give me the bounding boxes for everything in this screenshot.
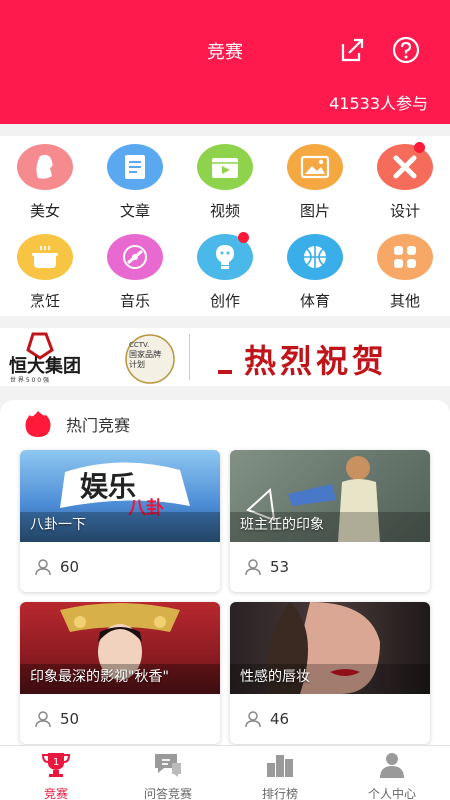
competition-card[interactable]: 印象最深的影视"秋香" 50 bbox=[20, 602, 220, 744]
category-sports[interactable]: 体育 bbox=[270, 226, 360, 316]
category-video[interactable]: 视频 bbox=[180, 136, 270, 226]
category-grid: 美女 文章 视频 图片 设计 烹饪 音乐 创作 体育 其他 bbox=[0, 136, 450, 316]
card-meta: 50 bbox=[34, 710, 79, 728]
section-title: 热门竞赛 bbox=[66, 416, 131, 435]
category-other[interactable]: 其他 bbox=[360, 226, 450, 316]
card-thumbnail: 娱乐 八卦 八卦一下 bbox=[20, 450, 220, 542]
tab-competition[interactable]: 1 竞赛 bbox=[0, 746, 112, 800]
card-caption: 性感的唇妆 bbox=[240, 669, 310, 685]
participant-count: 50 bbox=[60, 710, 80, 728]
card-thumbnail: 班主任的印象 bbox=[230, 450, 430, 542]
category-beauty[interactable]: 美女 bbox=[0, 136, 90, 226]
beauty-icon bbox=[17, 144, 73, 190]
tab-leaderboard[interactable]: 排行榜 bbox=[224, 746, 336, 800]
sports-icon bbox=[287, 234, 343, 280]
user-icon bbox=[245, 559, 261, 576]
category-cooking[interactable]: 烹饪 bbox=[0, 226, 90, 316]
category-label: 设计 bbox=[389, 202, 420, 220]
tab-quiz[interactable]: 问答竞赛 bbox=[112, 746, 224, 800]
tab-label: 竞赛 bbox=[43, 787, 68, 800]
category-label: 视频 bbox=[209, 202, 240, 220]
card-meta: 46 bbox=[244, 710, 289, 728]
tab-label: 个人中心 bbox=[367, 787, 416, 800]
category-label: 图片 bbox=[299, 202, 330, 220]
creation-icon bbox=[197, 232, 253, 280]
other-icon bbox=[377, 234, 433, 280]
banner-brand-sub: 世 界 5 0 0 强 bbox=[10, 376, 49, 384]
svg-text:1: 1 bbox=[53, 757, 59, 768]
category-label: 烹饪 bbox=[29, 292, 60, 310]
cooking-icon bbox=[17, 234, 73, 280]
leaderboard-icon bbox=[267, 755, 293, 777]
card-thumbnail: 性感的唇妆 bbox=[230, 602, 430, 694]
tab-label: 问答竞赛 bbox=[143, 787, 192, 800]
evergrande-logo bbox=[26, 332, 54, 360]
category-creation[interactable]: 创作 bbox=[180, 226, 270, 316]
category-label: 音乐 bbox=[119, 292, 150, 310]
card-meta: 60 bbox=[34, 558, 79, 576]
trophy-icon: 1 bbox=[41, 753, 71, 777]
banner-brand: 恒大集团 bbox=[9, 355, 81, 377]
competition-card[interactable]: 娱乐 八卦 八卦一下 60 bbox=[20, 450, 220, 592]
tab-profile[interactable]: 个人中心 bbox=[336, 746, 448, 800]
user-icon bbox=[35, 559, 51, 576]
card-thumbnail: 印象最深的影视"秋香" bbox=[20, 602, 220, 694]
category-label: 美女 bbox=[29, 202, 60, 220]
promo-banner[interactable]: 恒大集团 世 界 5 0 0 强 CCTV. 国家品牌 计划 热烈祝贺 bbox=[0, 328, 450, 386]
banner-slogan: 热烈祝贺 bbox=[244, 342, 388, 380]
category-label: 文章 bbox=[119, 202, 150, 220]
competition-card[interactable]: 性感的唇妆 46 bbox=[230, 602, 430, 744]
page-title: 竞赛 bbox=[207, 42, 243, 63]
music-icon bbox=[107, 234, 163, 280]
flame-icon bbox=[25, 411, 51, 437]
category-label: 体育 bbox=[299, 292, 330, 310]
competition-card[interactable]: 班主任的印象 53 bbox=[230, 450, 430, 592]
header: 竞赛 41533人参与 bbox=[0, 0, 450, 124]
card-caption: 印象最深的影视"秋香" bbox=[30, 669, 169, 685]
participant-count: 53 bbox=[270, 558, 290, 576]
tab-label: 排行榜 bbox=[261, 787, 298, 800]
video-icon bbox=[197, 144, 253, 190]
chat-answer-icon bbox=[155, 754, 181, 777]
section-header: 热门竞赛 bbox=[22, 408, 130, 440]
card-meta: 53 bbox=[244, 558, 289, 576]
category-design[interactable]: 设计 bbox=[360, 136, 450, 226]
picture-icon bbox=[287, 144, 343, 190]
bottom-tab-bar: 1 竞赛 问答竞赛 排行榜 个人中心 bbox=[0, 745, 450, 800]
notification-dot bbox=[414, 142, 425, 153]
category-music[interactable]: 音乐 bbox=[90, 226, 180, 316]
participant-count: 41533人参与 bbox=[329, 94, 428, 113]
banner-graphic: 恒大集团 世 界 5 0 0 强 CCTV. 国家品牌 计划 热烈祝贺 bbox=[9, 332, 388, 384]
hot-competitions: 热门竞赛 娱乐 八卦 八卦一下 60 班主任的印象 53 印象最深的影视"秋香"… bbox=[0, 400, 450, 745]
article-icon bbox=[107, 144, 163, 190]
card-caption: 八卦一下 bbox=[30, 517, 86, 533]
share-icon[interactable] bbox=[338, 36, 366, 64]
participant-count: 46 bbox=[270, 710, 290, 728]
user-profile-icon bbox=[380, 753, 404, 778]
banner-cctv-line1: 国家品牌 bbox=[129, 349, 161, 359]
user-icon bbox=[35, 711, 51, 728]
participant-count: 60 bbox=[60, 558, 80, 576]
category-label: 其他 bbox=[389, 292, 420, 310]
card-caption: 班主任的印象 bbox=[240, 517, 324, 533]
category-label: 创作 bbox=[209, 292, 240, 310]
help-icon[interactable] bbox=[392, 36, 420, 64]
banner-cctv: CCTV. bbox=[129, 341, 149, 349]
category-picture[interactable]: 图片 bbox=[270, 136, 360, 226]
category-article[interactable]: 文章 bbox=[90, 136, 180, 226]
design-icon bbox=[377, 142, 433, 190]
notification-dot bbox=[238, 232, 249, 243]
user-icon bbox=[245, 711, 261, 728]
banner-cctv-line2: 计划 bbox=[129, 359, 145, 369]
